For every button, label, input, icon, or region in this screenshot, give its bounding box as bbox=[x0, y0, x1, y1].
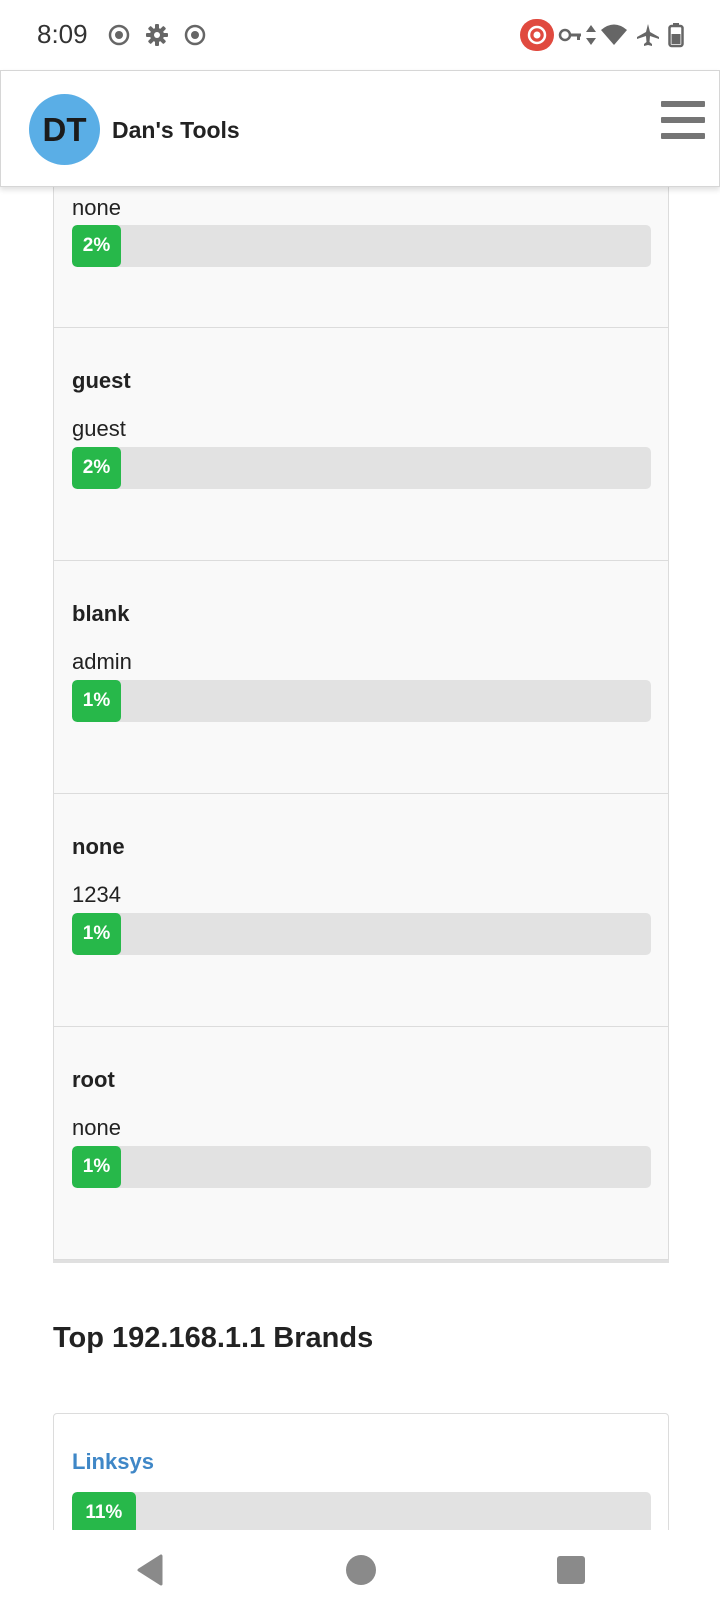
screen-record-icon bbox=[106, 22, 132, 48]
wifi-icon bbox=[600, 22, 628, 48]
battery-icon bbox=[668, 22, 684, 48]
popularity-bar-fill: 1% bbox=[72, 1146, 121, 1188]
password-text: guest bbox=[72, 416, 126, 441]
username-text: root bbox=[72, 1067, 115, 1092]
section-title: Top 192.168.1.1 Brands bbox=[53, 1322, 374, 1354]
password-text: none bbox=[72, 195, 121, 220]
username-text: none bbox=[72, 834, 125, 859]
username-text: blank bbox=[72, 601, 130, 626]
home-icon[interactable] bbox=[341, 1550, 381, 1590]
popularity-bar: 1% bbox=[72, 680, 651, 722]
credential-card: guest guest 2% bbox=[53, 328, 669, 561]
airplane-icon bbox=[635, 22, 661, 48]
username-text: guest bbox=[72, 368, 131, 393]
popularity-bar: 1% bbox=[72, 1146, 651, 1188]
popularity-bar-fill: 11% bbox=[72, 1492, 136, 1530]
hamburger-menu-icon[interactable] bbox=[661, 101, 705, 139]
popularity-bar: 2% bbox=[72, 447, 651, 489]
password-text: admin bbox=[72, 649, 132, 674]
menu-line bbox=[661, 133, 705, 139]
popularity-bar: 11% bbox=[72, 1492, 651, 1530]
credential-card: none 2% bbox=[53, 187, 669, 328]
credential-card: blank admin 1% bbox=[53, 561, 669, 794]
system-nav-bar bbox=[0, 1530, 720, 1612]
status-time: 8:09 bbox=[37, 19, 88, 49]
credential-card: root none 1% bbox=[53, 1027, 669, 1260]
menu-line bbox=[661, 117, 705, 123]
main-content: none 2% guest guest 2% blank admin 1% no… bbox=[0, 187, 720, 1530]
popularity-bar-fill: 1% bbox=[72, 680, 121, 722]
app-title[interactable]: Dan's Tools bbox=[112, 117, 240, 144]
password-text: 1234 bbox=[72, 882, 121, 907]
credential-card: none 1234 1% bbox=[53, 794, 669, 1027]
data-arrows-icon bbox=[584, 22, 598, 48]
status-bar: 8:09 bbox=[0, 0, 720, 70]
popularity-bar-fill: 2% bbox=[72, 225, 121, 267]
card-list-bottom-edge bbox=[53, 1260, 669, 1263]
popularity-bar-fill: 2% bbox=[72, 447, 121, 489]
avatar[interactable]: DT bbox=[29, 94, 100, 165]
brand-card: Linksys 11% bbox=[53, 1413, 669, 1530]
record-badge-icon bbox=[520, 19, 554, 51]
settings-gear-icon bbox=[144, 22, 170, 48]
vpn-key-icon bbox=[558, 22, 582, 48]
popularity-bar: 1% bbox=[72, 913, 651, 955]
screen: 8:09 DT Dan's Tools none 2% guest guest … bbox=[0, 0, 720, 1612]
recents-icon[interactable] bbox=[551, 1550, 591, 1590]
screen-record-icon bbox=[182, 22, 208, 48]
popularity-bar-fill: 1% bbox=[72, 913, 121, 955]
password-text: none bbox=[72, 1115, 121, 1140]
popularity-bar: 2% bbox=[72, 225, 651, 267]
menu-line bbox=[661, 101, 705, 107]
back-icon[interactable] bbox=[131, 1550, 171, 1590]
app-header: DT Dan's Tools bbox=[0, 70, 720, 187]
brand-link-linksys[interactable]: Linksys bbox=[72, 1449, 154, 1475]
